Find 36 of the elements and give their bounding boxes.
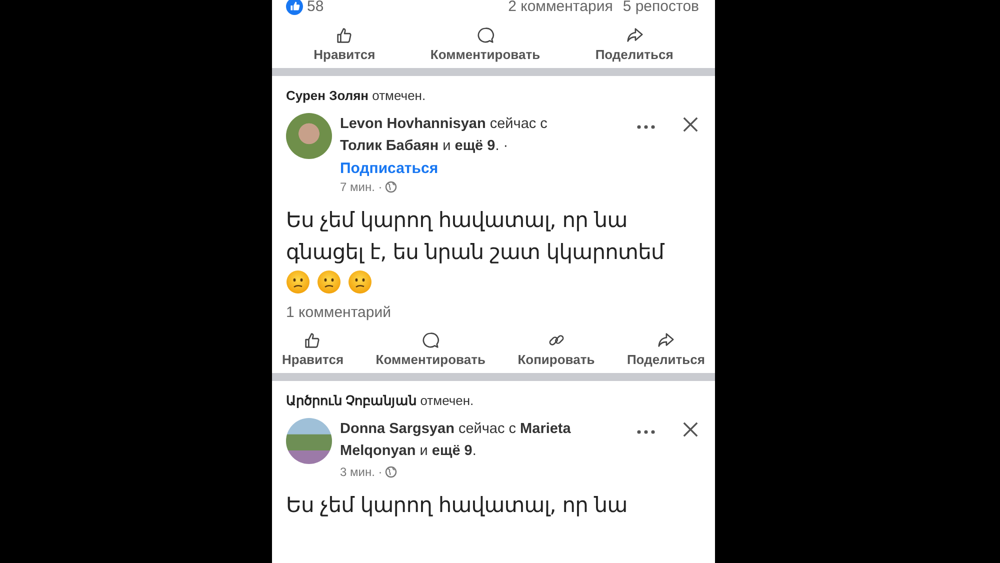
globe-icon	[385, 466, 398, 478]
thumbs-up-icon	[334, 26, 354, 45]
confused-face-icon	[348, 270, 372, 294]
avatar-photo-placeholder[interactable]	[286, 113, 332, 159]
action-button[interactable]: Нравится	[280, 331, 346, 367]
close-icon[interactable]	[682, 421, 699, 438]
share-arrow-icon	[624, 26, 644, 45]
author-line: Donna Sargsyan сейчас с Marieta Melqonyan и ещё 9.	[340, 420, 572, 461]
tagged-notice: Արծրուն Չոբանյան отмечен.	[286, 392, 475, 408]
more-options-icon[interactable]	[636, 430, 656, 434]
action-button[interactable]: Комментировать	[428, 26, 542, 62]
globe-icon	[385, 181, 398, 193]
speech-bubble-icon	[421, 331, 440, 350]
action-button[interactable]: Комментировать	[374, 331, 488, 367]
comment-count[interactable]: 2 комментария	[508, 0, 613, 14]
post-text: Ես չեմ կարող հավատալ, որ նա գնացել է, ես նրան շատ կկարոտեմ	[286, 207, 666, 266]
confused-face-icon	[317, 270, 341, 294]
like-count: 58	[307, 0, 324, 14]
close-icon[interactable]	[682, 116, 699, 133]
action-button[interactable]: Поделиться	[593, 26, 676, 62]
comment-count[interactable]: 1 комментарий	[286, 304, 701, 321]
speech-bubble-icon	[476, 26, 495, 45]
action-button[interactable]: Нравится	[312, 26, 378, 62]
repost-count[interactable]: 5 репостов	[622, 0, 699, 14]
avatar-photo-placeholder[interactable]	[286, 418, 332, 464]
follow-link[interactable]: Подписаться	[340, 160, 590, 177]
confused-face-icon	[286, 270, 310, 294]
tagged-notice: Сурен Золян отмечен.	[286, 87, 427, 103]
action-button[interactable]: Копировать	[516, 331, 597, 367]
author-line: Levon Hovhannisyan сейчас с Толик Бабаян и ещё 9. ·	[340, 115, 548, 156]
post-time: 3 мин. ·	[340, 465, 382, 479]
more-options-icon[interactable]	[636, 125, 656, 129]
post-time: 7 мин. ·	[340, 180, 382, 194]
post-text: Ես չեմ կարող հավատալ, որ նա	[286, 492, 628, 519]
share-arrow-icon	[656, 331, 676, 350]
action-button[interactable]: Поделиться	[624, 331, 707, 367]
